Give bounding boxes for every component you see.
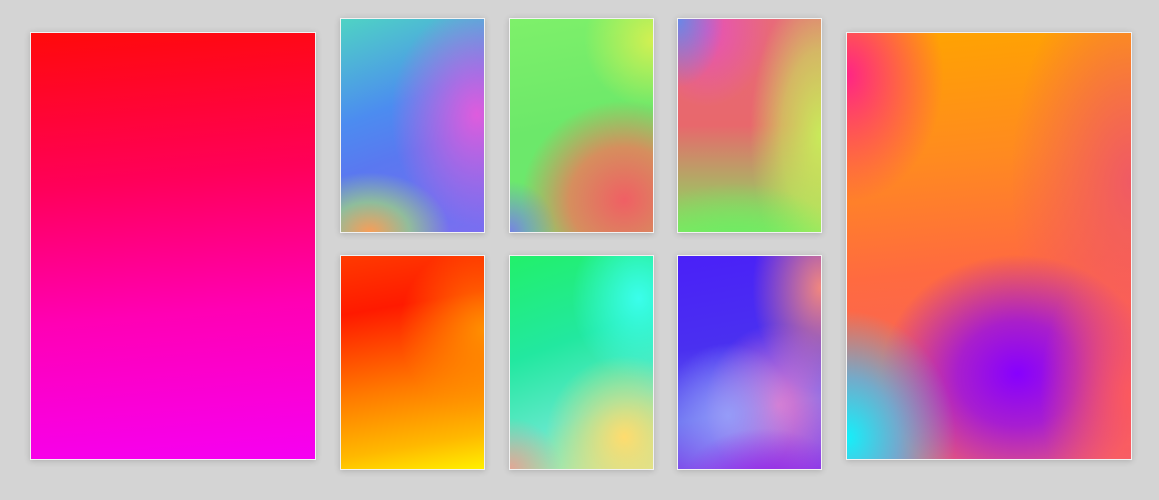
gradient-card-large-right [846,32,1132,460]
gradient-layer [678,19,821,232]
gradient-card-top-3 [677,18,822,233]
gradient-card-bottom-3 [677,255,822,470]
gradient-card-bottom-2 [509,255,654,470]
gradient-layer [510,19,653,232]
gradient-layer [678,256,821,469]
gradient-layer [341,256,484,469]
gradient-layer [847,33,1131,459]
gradient-card-top-1 [340,18,485,233]
gradient-card-large-left [30,32,316,460]
gradient-card-top-2 [509,18,654,233]
gradient-layer [341,19,484,232]
gradient-layer [510,256,653,469]
gradient-layer [31,33,315,459]
gradient-card-bottom-1 [340,255,485,470]
